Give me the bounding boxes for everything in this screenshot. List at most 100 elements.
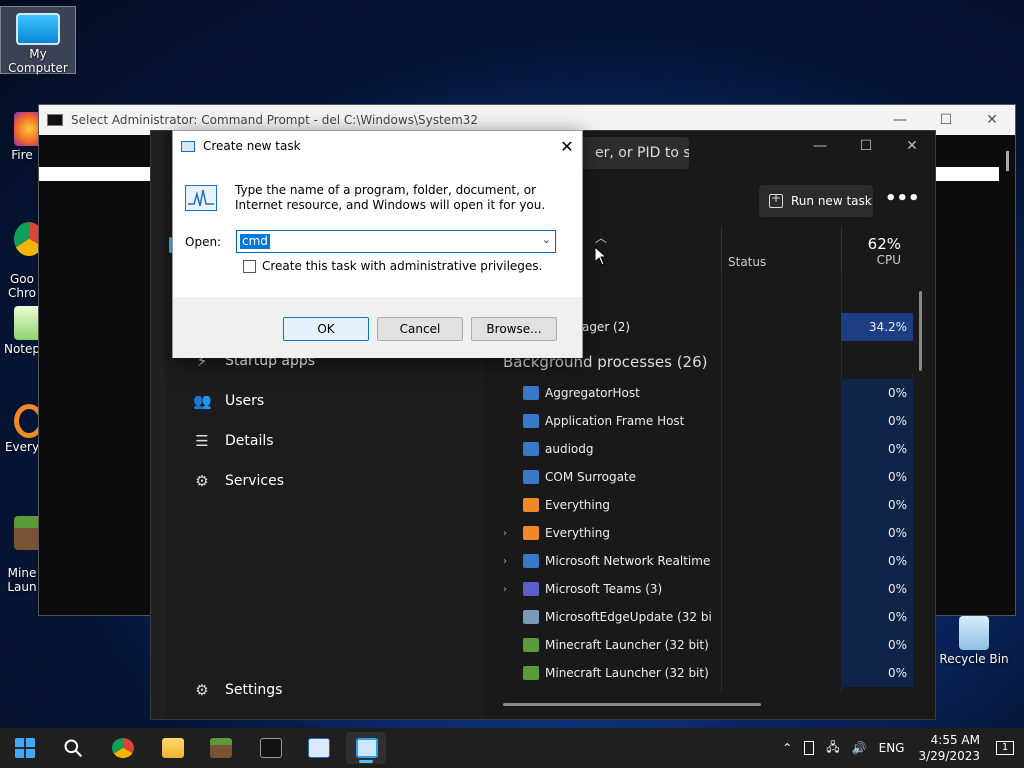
desktop-icon-my-computer[interactable]: My Computer (0, 6, 76, 75)
language-indicator[interactable]: ENG (879, 741, 905, 755)
column-header-label: CPU (876, 253, 901, 267)
table-row[interactable]: › Microsoft Teams (3) 0% (503, 575, 913, 603)
process-cpu: 0% (841, 659, 913, 687)
table-row[interactable]: › Everything 0% (503, 519, 913, 547)
process-cpu: 34.2% (841, 313, 913, 341)
table-row[interactable]: › Microsoft Network Realtime I... 0% (503, 547, 913, 575)
run-program-icon (185, 185, 217, 211)
expand-chevron-icon[interactable]: › (503, 556, 523, 567)
sidebar-item-services[interactable]: ⚙ Services (193, 465, 284, 497)
battery-icon[interactable] (804, 741, 815, 755)
desktop-icon-label: My Computer (8, 47, 68, 75)
start-button[interactable] (4, 732, 44, 764)
expand-chevron-icon[interactable]: › (503, 584, 523, 595)
maximize-button[interactable]: ☐ (843, 131, 889, 161)
table-row[interactable]: Application Frame Host 0% (503, 407, 913, 435)
process-icon (523, 526, 539, 540)
minimize-button[interactable]: — (797, 131, 843, 161)
cmd-text-highlight (925, 167, 999, 181)
process-name: audiodg (545, 442, 594, 456)
taskbar-task-manager[interactable] (298, 732, 338, 764)
chevron-down-icon[interactable]: ⌄ (542, 233, 551, 246)
taskbar-file-explorer[interactable] (152, 732, 192, 764)
column-header-status[interactable]: Status (721, 227, 841, 273)
close-button[interactable]: ✕ (552, 137, 582, 156)
open-input-value[interactable]: cmd (240, 234, 270, 249)
cmd-scrollbar[interactable] (1006, 151, 1009, 171)
process-cpu: 0% (841, 463, 913, 491)
process-name: Microsoft Teams (3) (545, 582, 663, 596)
taskbar-terminal[interactable] (250, 732, 290, 764)
process-name: Minecraft Launcher (32 bit) (545, 666, 709, 680)
system-tray: ⌃ 🖧 🔊 ENG 4:55 AM 3/29/2023 1 (776, 728, 1024, 768)
search-input[interactable]: er, or PID to s... (581, 137, 689, 169)
chevron-up-icon[interactable]: ⌃ (782, 741, 792, 755)
details-icon: ☰ (195, 432, 209, 450)
close-button[interactable]: ✕ (969, 112, 1015, 128)
create-new-task-dialog[interactable]: Create new task ✕ Type the name of a pro… (172, 130, 583, 358)
process-icon (523, 386, 539, 400)
chrome-icon (112, 738, 134, 758)
table-row[interactable]: MicrosoftEdgeUpdate (32 bit) 0% (503, 603, 913, 631)
process-cpu: 0% (841, 435, 913, 463)
process-cpu: 0% (841, 519, 913, 547)
browse-button[interactable]: Browse... (471, 317, 557, 341)
notifications-icon[interactable]: 1 (996, 741, 1014, 755)
terminal-icon (260, 738, 282, 758)
cancel-button[interactable]: Cancel (377, 317, 463, 341)
window-controls: — ☐ ✕ (797, 131, 935, 161)
process-name: Microsoft Network Realtime I... (545, 554, 711, 568)
table-row[interactable]: AggregatorHost 0% (503, 379, 913, 407)
process-icon (523, 638, 539, 652)
ok-button[interactable]: OK (283, 317, 369, 341)
table-row[interactable]: audiodg 0% (503, 435, 913, 463)
expand-chevron-icon[interactable]: › (503, 528, 523, 539)
search-button[interactable] (52, 732, 92, 764)
table-row[interactable]: Minecraft Launcher (32 bit) 0% (503, 631, 913, 659)
run-dialog-icon (356, 738, 378, 758)
recycle-bin-icon (959, 616, 989, 650)
clock[interactable]: 4:55 AM 3/29/2023 (918, 732, 980, 764)
process-icon (523, 610, 539, 624)
horizontal-scrollbar[interactable] (503, 703, 761, 706)
column-header-cpu[interactable]: 62% CPU (841, 227, 911, 273)
cmd-title: Select Administrator: Command Prompt - d… (71, 113, 479, 127)
taskbar-minecraft[interactable] (200, 732, 240, 764)
checkbox-box[interactable] (243, 259, 256, 273)
sort-chevron-icon[interactable]: ︿ (595, 229, 607, 246)
run-new-task-label: Run new task (791, 194, 872, 208)
close-button[interactable]: ✕ (889, 131, 935, 161)
volume-icon[interactable]: 🔊 (852, 741, 867, 755)
folder-icon (162, 738, 184, 758)
sidebar-item-label: Users (225, 393, 265, 409)
desktop-icon-recycle-bin[interactable]: Recycle Bin (936, 612, 1012, 666)
dialog-description: Type the name of a program, folder, docu… (235, 183, 546, 212)
open-combobox[interactable]: cmd ⌄ (236, 230, 556, 253)
process-cpu: 0% (841, 379, 913, 407)
vertical-scrollbar[interactable] (919, 291, 922, 371)
sidebar-item-details[interactable]: ☰ Details (193, 425, 273, 457)
open-label: Open: (185, 235, 222, 249)
network-icon[interactable]: 🖧 (826, 738, 839, 759)
table-row[interactable]: Minecraft Launcher (32 bit) 0% (503, 659, 913, 687)
admin-privileges-checkbox[interactable]: Create this task with administrative pri… (243, 259, 542, 273)
taskbar-chrome[interactable] (102, 732, 142, 764)
cpu-total-value: 62% (867, 235, 901, 253)
dialog-titlebar[interactable]: Create new task ✕ (173, 131, 582, 161)
process-icon (523, 442, 539, 456)
sidebar-item-users[interactable]: 👥 Users (193, 385, 264, 417)
minecraft-icon (210, 738, 232, 758)
process-icon (523, 554, 539, 568)
sidebar-item-settings[interactable]: ⚙ Settings (193, 674, 282, 706)
more-options-button[interactable]: ••• (885, 185, 920, 217)
process-name: Everything (545, 526, 610, 540)
maximize-button[interactable]: ☐ (923, 112, 969, 128)
run-new-task-button[interactable]: Run new task (759, 185, 873, 217)
process-icon (523, 666, 539, 680)
users-icon: 👥 (193, 392, 212, 410)
process-name: Application Frame Host (545, 414, 685, 428)
table-row[interactable]: Everything 0% (503, 491, 913, 519)
taskbar-run-dialog[interactable] (346, 732, 386, 764)
minimize-button[interactable]: — (877, 112, 923, 128)
table-row[interactable]: COM Surrogate 0% (503, 463, 913, 491)
